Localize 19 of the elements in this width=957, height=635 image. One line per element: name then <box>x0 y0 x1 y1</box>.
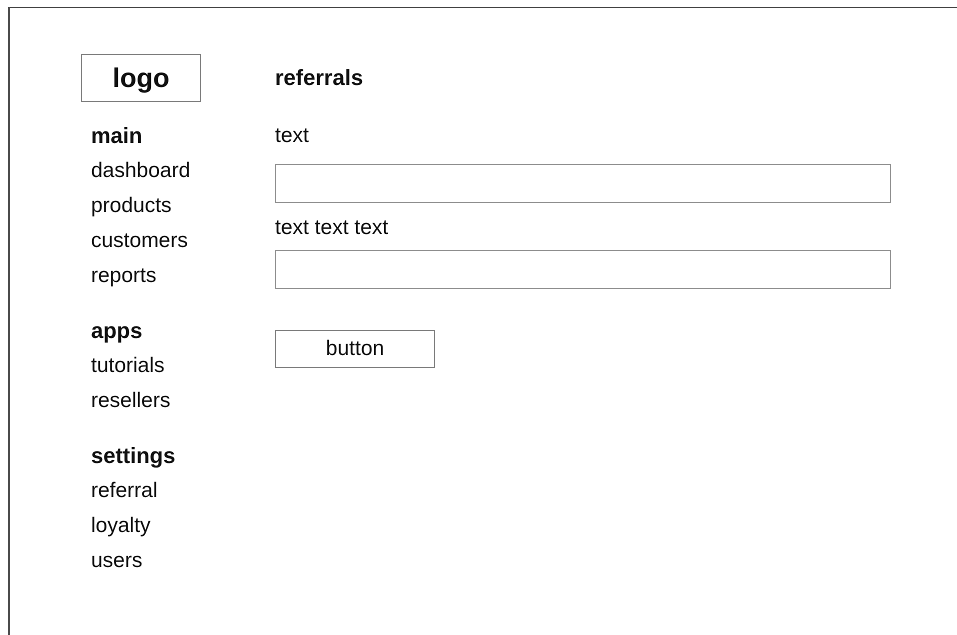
nav-heading: apps <box>91 317 142 345</box>
nav-heading: settings <box>91 442 176 470</box>
nav-item[interactable]: customers <box>91 223 188 258</box>
action-button[interactable]: button <box>275 330 435 368</box>
nav-item[interactable]: products <box>91 188 172 223</box>
nav-item[interactable]: dashboard <box>91 153 190 188</box>
nav-item[interactable]: resellers <box>91 383 170 418</box>
nav-item[interactable]: tutorials <box>91 348 165 383</box>
field-label: text <box>275 123 309 149</box>
input-field[interactable] <box>275 250 891 289</box>
logo-text: logo <box>112 62 170 94</box>
nav-item[interactable]: users <box>91 543 142 578</box>
input-field[interactable] <box>275 164 891 203</box>
nav-item[interactable]: referral <box>91 473 158 508</box>
field-label: text text text <box>275 215 388 241</box>
nav-item[interactable]: reports <box>91 258 156 293</box>
nav-heading: main <box>91 122 142 150</box>
nav-item[interactable]: loyalty <box>91 508 151 543</box>
page-title: referrals <box>275 64 364 92</box>
